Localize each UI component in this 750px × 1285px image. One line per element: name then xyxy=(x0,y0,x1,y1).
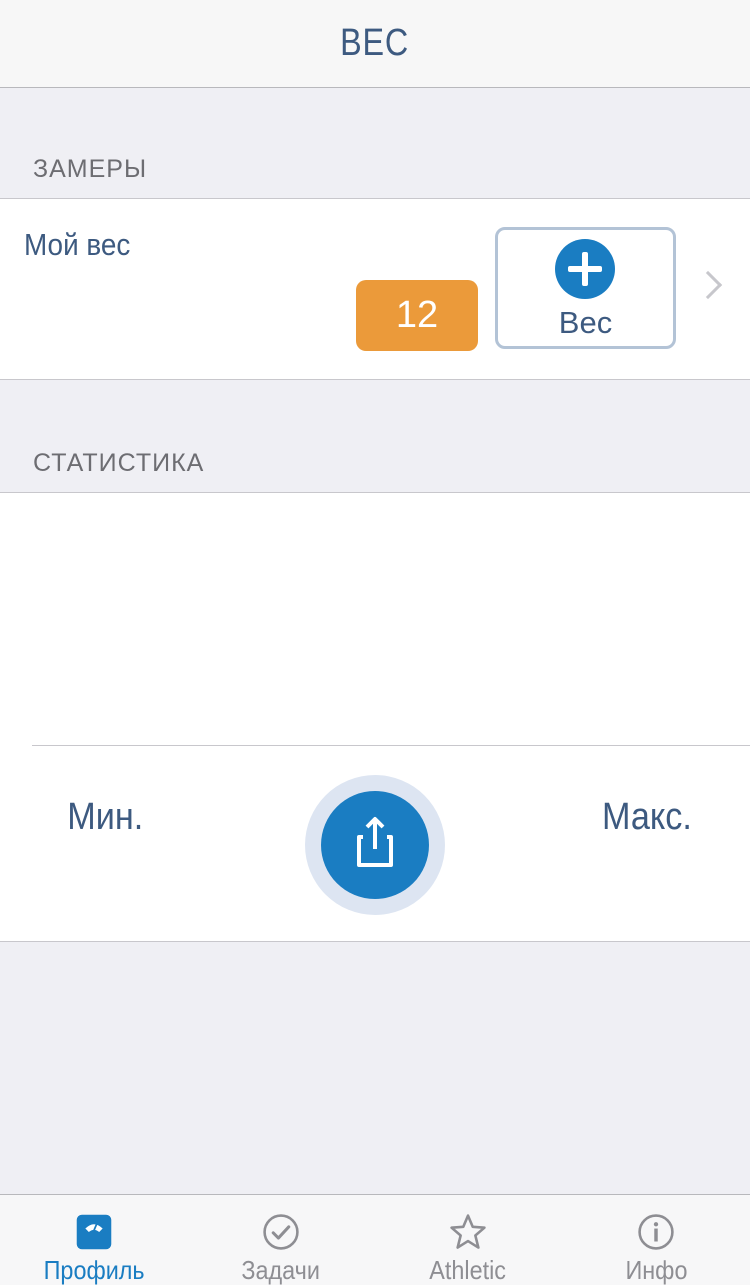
add-weight-button[interactable]: Вес xyxy=(495,227,676,349)
section-header-measurements: ЗАМЕРЫ xyxy=(33,155,148,183)
share-button[interactable] xyxy=(305,775,445,915)
tab-athletic-label: Athletic xyxy=(429,1255,507,1285)
weight-count-value: 12 xyxy=(395,294,439,336)
star-icon xyxy=(450,1214,486,1249)
add-weight-button-label: Вес xyxy=(558,305,613,340)
tab-info[interactable]: Инфо xyxy=(562,1195,750,1285)
chevron-right-icon xyxy=(693,270,723,300)
statistics-card: Мин. Макс. xyxy=(0,492,750,942)
max-label: Макс. xyxy=(601,796,692,838)
weight-count-badge: 12 xyxy=(356,280,478,351)
section-header-statistics: СТАТИСТИКА xyxy=(33,449,205,477)
page-title: ВЕС xyxy=(340,22,410,64)
tab-bar: Профиль Задачи Athletic Инфо xyxy=(0,1194,750,1285)
checkmark-circle-icon xyxy=(263,1214,299,1250)
navigation-bar: ВЕС xyxy=(0,0,750,88)
tab-tasks[interactable]: Задачи xyxy=(187,1195,375,1285)
tab-tasks-label: Задачи xyxy=(241,1255,321,1285)
tab-info-label: Инфо xyxy=(624,1255,688,1285)
share-icon xyxy=(321,791,429,899)
weight-label: Мой вес xyxy=(24,227,131,262)
weight-row[interactable]: Мой вес 12 Вес xyxy=(0,198,750,380)
tab-athletic[interactable]: Athletic xyxy=(374,1195,562,1285)
divider xyxy=(32,745,750,746)
scale-icon xyxy=(76,1214,112,1250)
info-icon xyxy=(638,1214,674,1250)
tab-profile[interactable]: Профиль xyxy=(0,1195,188,1285)
plus-icon xyxy=(555,239,615,299)
min-label: Мин. xyxy=(67,796,144,838)
tab-profile-label: Профиль xyxy=(43,1255,145,1285)
